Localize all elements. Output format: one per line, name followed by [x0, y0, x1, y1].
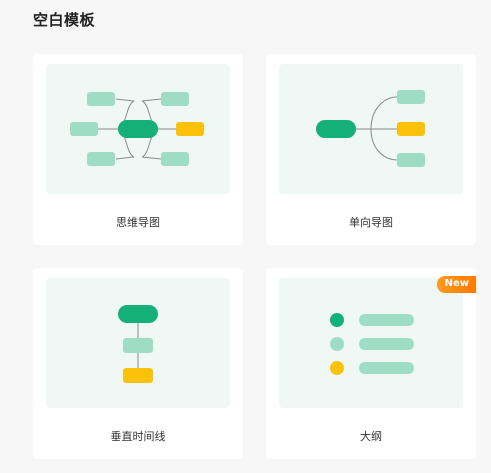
outline-preview	[279, 278, 463, 408]
template-card-one-way-map[interactable]: 单向导图	[266, 54, 476, 245]
new-badge: New	[436, 276, 476, 293]
template-card-outline[interactable]: New 大纲	[266, 268, 476, 459]
template-label: 大纲	[360, 430, 382, 443]
vertical-timeline-preview	[46, 278, 230, 408]
mindmap-preview	[46, 64, 230, 194]
template-card-vertical-timeline[interactable]: 垂直时间线	[33, 268, 243, 459]
outline-icon	[330, 313, 414, 375]
template-label: 单向导图	[349, 216, 393, 229]
mindmap-icon	[70, 92, 204, 166]
template-card-mindmap[interactable]: 思维导图	[33, 54, 243, 245]
template-label: 思维导图	[116, 216, 160, 229]
vertical-timeline-icon	[118, 305, 158, 383]
template-label: 垂直时间线	[110, 430, 166, 443]
one-way-map-icon	[316, 90, 425, 167]
one-way-map-preview	[279, 64, 463, 194]
page-title: 空白模板	[33, 11, 96, 29]
